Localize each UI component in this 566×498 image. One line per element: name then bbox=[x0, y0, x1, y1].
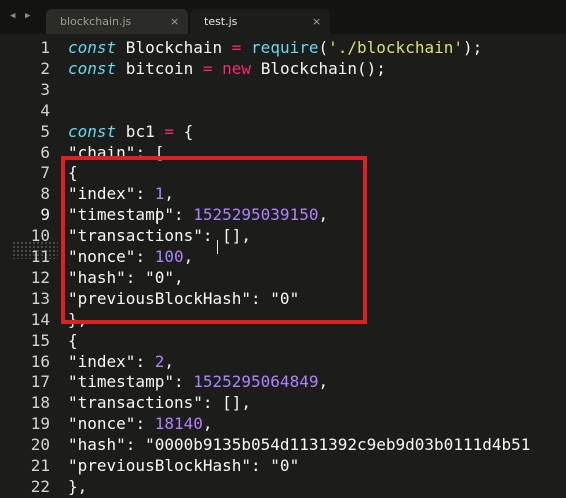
line-number: 4 bbox=[40, 100, 50, 120]
line-number: 2 bbox=[40, 58, 50, 78]
number-literal: 1525295064849 bbox=[193, 372, 319, 392]
line-number: 13 bbox=[30, 288, 50, 308]
operator: = bbox=[231, 38, 242, 57]
object-key: "previousBlockHash" bbox=[68, 456, 252, 475]
line-number: 6 bbox=[40, 142, 50, 162]
punctuation: , bbox=[318, 372, 329, 392]
identifier: Blockchain bbox=[116, 38, 232, 57]
number-literal: 2 bbox=[154, 351, 165, 371]
code-line-20: "hash": "0000b9135b054d1131392c9eb9d03b0… bbox=[68, 435, 530, 456]
line-number: 19 bbox=[30, 414, 50, 434]
string-literal: "0" bbox=[270, 456, 300, 475]
punctuation: : bbox=[135, 351, 155, 371]
function-require: require bbox=[251, 38, 319, 57]
code-line-21: "previousBlockHash": "0" bbox=[68, 456, 299, 477]
code-line-2: const bitcoin = new Blockchain(); bbox=[68, 59, 386, 80]
object-key: "nonce" bbox=[68, 414, 136, 434]
keyword-const: const bbox=[68, 38, 117, 57]
code-line-18: "transactions": [], bbox=[68, 393, 251, 414]
line-number: 12 bbox=[30, 267, 50, 287]
line-number: 10 bbox=[30, 226, 50, 246]
tab-scroll-right-icon[interactable]: ▶ bbox=[25, 12, 30, 21]
tab-test-js[interactable]: test.js × bbox=[190, 9, 330, 34]
line-number-gutter: 1 2 3 4 5 6 7 8 9 10 11 12 13 14 15 16 1… bbox=[0, 38, 60, 497]
line-number: 17 bbox=[30, 372, 50, 392]
punctuation: : bbox=[125, 435, 146, 455]
punctuation: ( bbox=[318, 38, 329, 57]
operator: = bbox=[164, 121, 174, 141]
punctuation: ); bbox=[462, 38, 483, 57]
line-number: 8 bbox=[40, 184, 50, 204]
tab-blockchain-js[interactable]: blockchain.js × bbox=[46, 9, 188, 34]
string-literal: "0000b9135b054d1131392c9eb9d03b0111d4b51 bbox=[145, 435, 531, 455]
punctuation: , bbox=[164, 351, 174, 371]
tab-scroll-left-icon[interactable]: ◀ bbox=[10, 12, 15, 21]
line-number: 16 bbox=[30, 351, 50, 371]
keyword-new: new bbox=[222, 58, 252, 78]
code-text: Blockchain(); bbox=[251, 58, 386, 78]
line-number: 14 bbox=[30, 309, 50, 329]
line-number: 5 bbox=[40, 121, 50, 141]
code-line-1: const Blockchain = require('./blockchain… bbox=[68, 38, 482, 59]
keyword-const: const bbox=[68, 121, 117, 141]
code-line-22: }, bbox=[68, 477, 87, 498]
code-line-17: "timestamp": 1525295064849, bbox=[68, 372, 328, 393]
punctuation: : bbox=[251, 456, 271, 475]
object-key: "transactions" bbox=[68, 393, 203, 413]
tab-bar: ◀ ▶ blockchain.js × test.js × bbox=[0, 0, 566, 34]
tab-label: test.js bbox=[204, 15, 238, 28]
keyword-const: const bbox=[68, 58, 117, 78]
tab-close-icon[interactable]: × bbox=[312, 9, 321, 34]
highlight-annotation-box bbox=[61, 156, 367, 324]
code-line-5: const bc1 = { bbox=[68, 122, 193, 143]
object-key: "hash" bbox=[68, 435, 126, 455]
code-text: }, bbox=[68, 476, 88, 496]
line-number: 21 bbox=[30, 456, 50, 475]
line-number: 18 bbox=[30, 393, 50, 413]
operator: = bbox=[202, 58, 213, 78]
string-literal: './blockchain' bbox=[328, 38, 463, 57]
number-literal: 18140 bbox=[154, 414, 203, 434]
object-key: "timestamp" bbox=[68, 372, 174, 392]
line-number: 1 bbox=[40, 38, 50, 57]
line-number: 15 bbox=[30, 330, 50, 350]
punctuation: : bbox=[135, 414, 155, 434]
line-number: 11 bbox=[30, 247, 50, 266]
punctuation: : bbox=[173, 372, 194, 392]
punctuation: , bbox=[202, 414, 213, 434]
code-line-15: { bbox=[68, 331, 78, 352]
line-number: 22 bbox=[30, 476, 50, 496]
code-text: { bbox=[173, 121, 194, 141]
code-line-19: "nonce": 18140, bbox=[68, 414, 213, 435]
line-number: 3 bbox=[40, 79, 50, 99]
identifier: bc1 bbox=[116, 121, 165, 141]
line-number-active: 9 bbox=[40, 205, 50, 225]
object-key: "index" bbox=[68, 351, 136, 371]
line-number: 7 bbox=[40, 163, 50, 183]
code-line-16: "index": 2, bbox=[68, 352, 174, 373]
line-number: 20 bbox=[30, 435, 50, 455]
code-text: : [], bbox=[202, 393, 252, 413]
identifier: bitcoin bbox=[116, 58, 203, 78]
tab-label: blockchain.js bbox=[60, 15, 132, 28]
code-text: { bbox=[68, 330, 78, 350]
tab-close-icon[interactable]: × bbox=[170, 9, 179, 34]
